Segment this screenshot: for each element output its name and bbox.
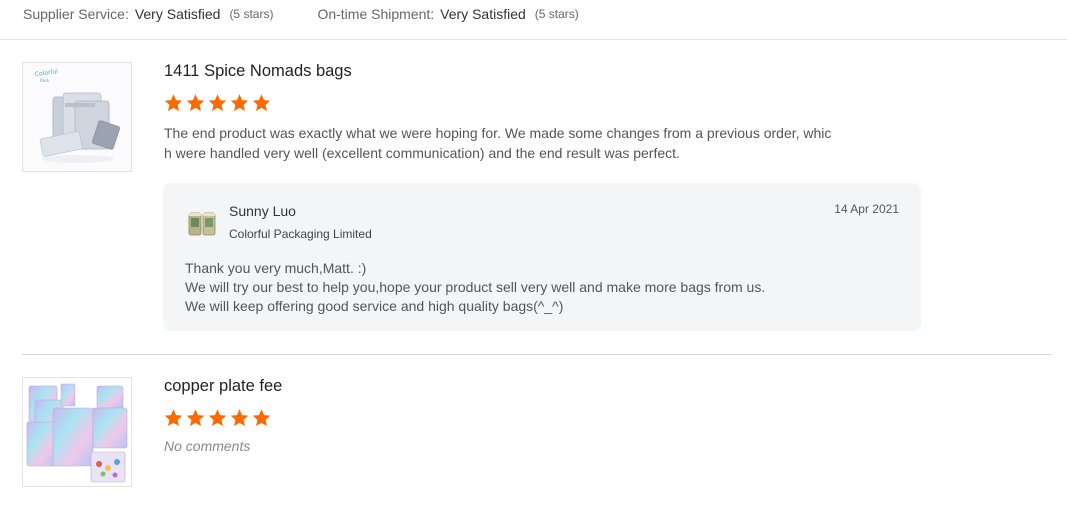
review-comment: The end product was exactly what we were…: [164, 123, 884, 163]
on-time-shipment-rating: On-time Shipment: Very Satisfied (5 star…: [317, 6, 578, 22]
holographic-bags-image: [23, 378, 131, 486]
reply-date: 14 Apr 2021: [834, 202, 899, 216]
supplier-service-rating: Supplier Service: Very Satisfied (5 star…: [23, 6, 273, 22]
supplier-logo-icon: [188, 212, 216, 236]
star-icon: [208, 409, 227, 426]
star-icon: [230, 94, 249, 111]
star-icon: [252, 409, 271, 426]
reply-company-name: Colorful Packaging Limited: [229, 227, 372, 241]
star-icon: [230, 409, 249, 426]
star-icon: [208, 94, 227, 111]
divider: [22, 354, 1052, 355]
reply-message-line: We will keep offering good service and h…: [185, 298, 564, 314]
review-star-rating: [163, 93, 272, 113]
reply-message: Thank you very much,Matt. :) We will try…: [185, 259, 765, 316]
reply-author-name: Sunny Luo: [229, 203, 296, 219]
product-title[interactable]: copper plate fee: [164, 377, 282, 396]
reply-message-line: Thank you very much,Matt. :): [185, 260, 367, 276]
star-icon: [186, 409, 205, 426]
supplier-service-value: Very Satisfied: [134, 6, 221, 22]
reply-message-line: We will try our best to help you,hope yo…: [185, 279, 766, 295]
star-icon: [252, 94, 271, 111]
supplier-reply: Sunny Luo Colorful Packaging Limited 14 …: [163, 183, 921, 331]
svg-text:Pack: Pack: [40, 78, 50, 83]
review-comment-line: h were handled very well (excellent comm…: [164, 145, 680, 161]
silver-pouch-bags-image: Colorful Pack: [23, 63, 131, 171]
star-icon: [164, 94, 183, 111]
on-time-shipment-label: On-time Shipment:: [317, 6, 435, 22]
product-title[interactable]: 1411 Spice Nomads bags: [164, 62, 352, 81]
product-thumbnail[interactable]: [22, 377, 132, 487]
review-star-rating: [163, 408, 272, 428]
star-icon: [164, 409, 183, 426]
no-comments-text: No comments: [164, 438, 251, 454]
ratings-summary: Supplier Service: Very Satisfied (5 star…: [23, 0, 623, 28]
product-thumbnail[interactable]: Colorful Pack: [22, 62, 132, 172]
review-comment-line: The end product was exactly what we were…: [164, 125, 832, 141]
star-icon: [186, 94, 205, 111]
divider: [0, 39, 1067, 40]
supplier-service-label: Supplier Service:: [23, 6, 129, 22]
on-time-shipment-stars: (5 stars): [534, 7, 579, 21]
on-time-shipment-value: Very Satisfied: [440, 6, 526, 22]
supplier-service-stars: (5 stars): [229, 7, 274, 21]
